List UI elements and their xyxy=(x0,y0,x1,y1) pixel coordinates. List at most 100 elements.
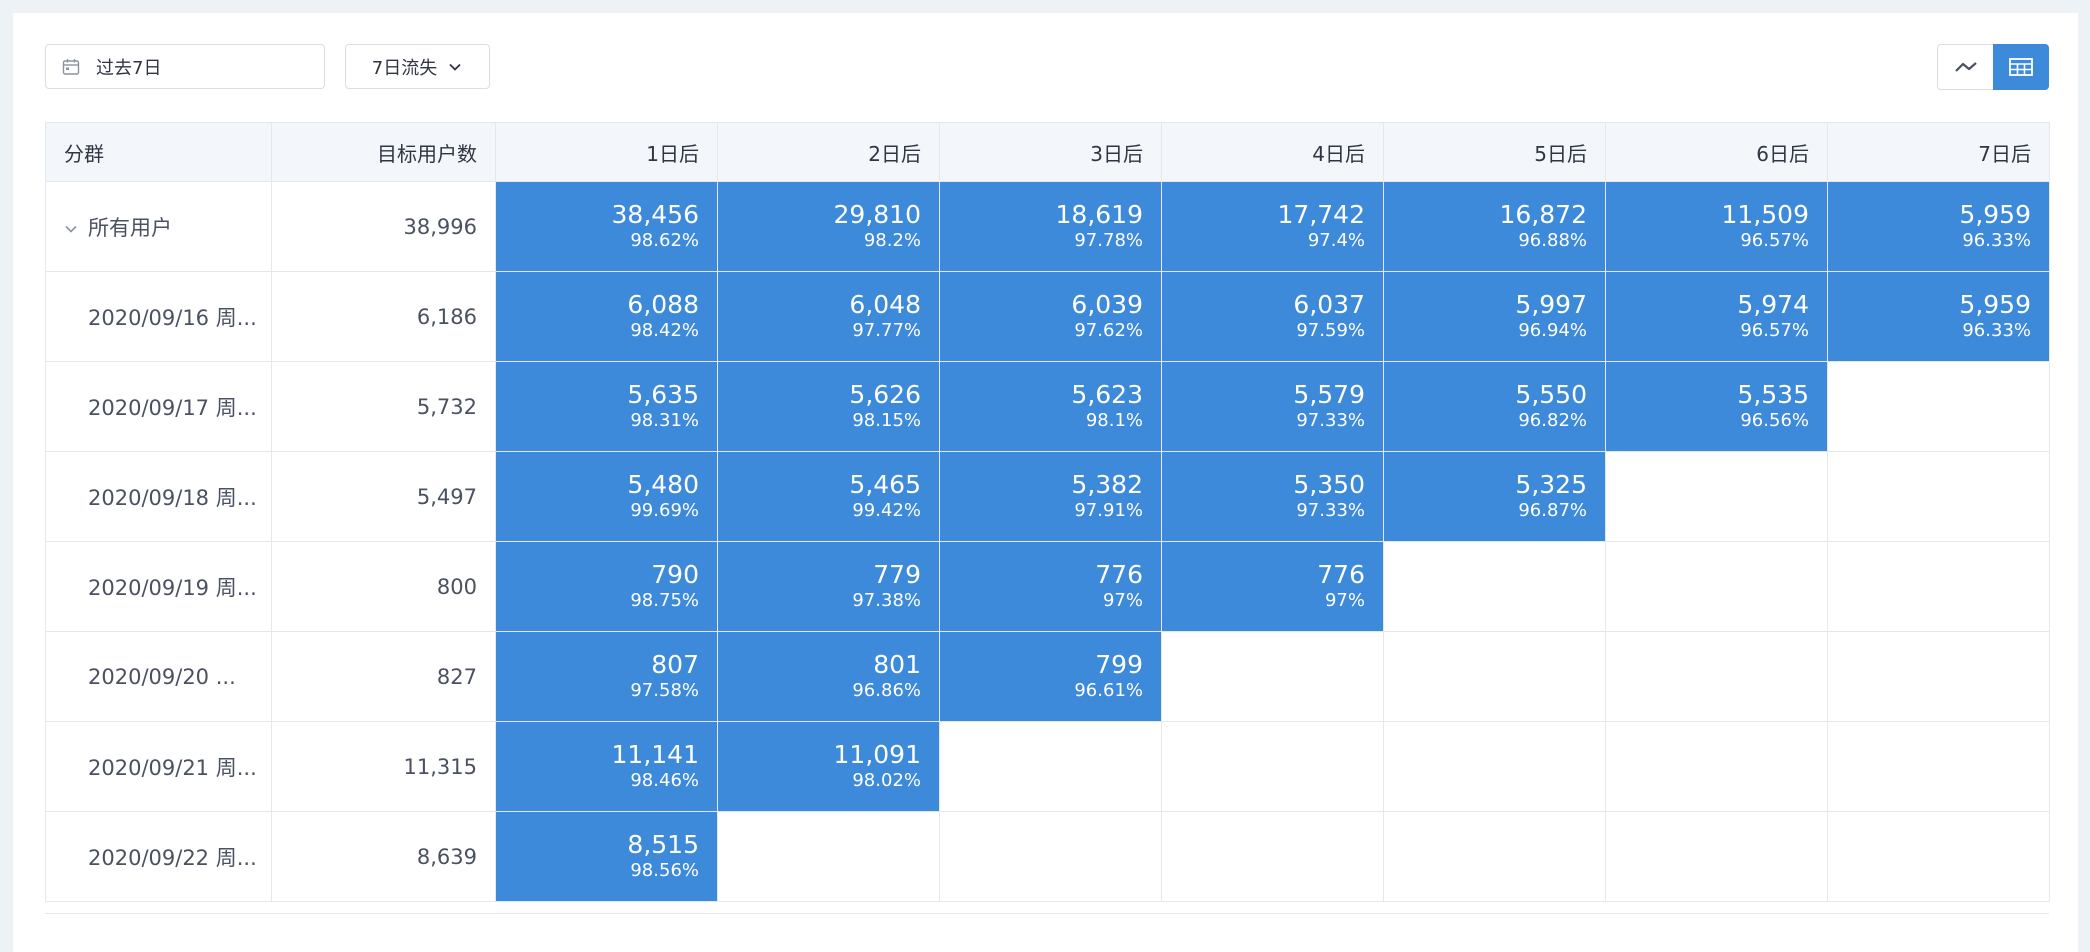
line-chart-view-button[interactable] xyxy=(1937,44,1993,90)
target-users-cell: 827 xyxy=(271,631,496,722)
table-view-button[interactable] xyxy=(1993,44,2049,90)
cohort-value-cell[interactable]: 5,974 96.57% xyxy=(1605,271,1828,362)
cohort-value-cell[interactable]: 29,810 98.2% xyxy=(717,181,940,272)
col-header-day-2[interactable]: 2日后 xyxy=(717,122,940,182)
target-users-cell: 6,186 xyxy=(271,271,496,362)
cell-percentage: 96.33% xyxy=(1962,319,2031,341)
cohort-value-cell[interactable]: 799 96.61% xyxy=(939,631,1162,722)
cohort-value-cell[interactable]: 807 97.58% xyxy=(495,631,718,722)
cohort-value-cell[interactable]: 776 97% xyxy=(939,541,1162,632)
cohort-value-cell[interactable]: 6,088 98.42% xyxy=(495,271,718,362)
expand-chevron-icon[interactable] xyxy=(64,222,78,236)
target-users-cell: 8,639 xyxy=(271,811,496,902)
cohort-value-cell[interactable]: 11,509 96.57% xyxy=(1605,181,1828,272)
segment-cell: 2020/09/21 周... xyxy=(45,721,272,812)
cohort-value-cell[interactable]: 5,382 97.91% xyxy=(939,451,1162,542)
col-header-day-4[interactable]: 4日后 xyxy=(1161,122,1384,182)
cohort-value-cell[interactable]: 8,515 98.56% xyxy=(495,811,718,902)
cell-count: 5,959 xyxy=(1959,199,2031,229)
cohort-value-cell[interactable]: 5,579 97.33% xyxy=(1161,361,1384,452)
target-users-cell: 38,996 xyxy=(271,181,496,272)
cell-count: 790 xyxy=(651,559,699,589)
cohort-value-cell[interactable]: 18,619 97.78% xyxy=(939,181,1162,272)
target-users-cell: 800 xyxy=(271,541,496,632)
cohort-value-cell[interactable]: 5,535 96.56% xyxy=(1605,361,1828,452)
cohort-value-cell[interactable]: 5,626 98.15% xyxy=(717,361,940,452)
empty-cell xyxy=(1827,361,2050,452)
cohort-value-cell[interactable]: 11,141 98.46% xyxy=(495,721,718,812)
date-range-text: 过去7日 xyxy=(96,57,162,79)
cell-percentage: 97% xyxy=(1324,589,1365,611)
cohort-value-cell[interactable]: 801 96.86% xyxy=(717,631,940,722)
cell-count: 6,037 xyxy=(1293,289,1365,319)
cell-percentage: 97.59% xyxy=(1296,319,1365,341)
col-header-day-7[interactable]: 7日后 xyxy=(1827,122,2050,182)
cohort-value-cell[interactable]: 5,350 97.33% xyxy=(1161,451,1384,542)
table-row: 2020/09/18 周... 5,497 5,480 99.69% 5,465 99.4… xyxy=(45,451,2050,542)
col-header-day-6[interactable]: 6日后 xyxy=(1605,122,1828,182)
table-row: 2020/09/22 周... 8,639 8,515 98.56% xyxy=(45,811,2050,902)
cohort-value-cell[interactable]: 5,959 96.33% xyxy=(1827,271,2050,362)
cohort-value-cell[interactable]: 5,325 96.87% xyxy=(1383,451,1606,542)
cohort-value-cell[interactable]: 779 97.38% xyxy=(717,541,940,632)
header-row: 分群 目标用户数 1日后 2日后 3日后 4日后 5日后 6日后 7日后 xyxy=(45,122,2050,182)
cell-percentage: 96.57% xyxy=(1740,319,1809,341)
segment-cell: 2020/09/19 周... xyxy=(45,541,272,632)
cohort-value-cell[interactable]: 38,456 98.62% xyxy=(495,181,718,272)
cell-count: 807 xyxy=(651,649,699,679)
col-header-day-3[interactable]: 3日后 xyxy=(939,122,1162,182)
cell-percentage: 97.33% xyxy=(1296,499,1365,521)
cell-count: 38,456 xyxy=(611,199,699,229)
date-range-picker[interactable]: 过去7日 xyxy=(45,44,325,89)
segment-cell: 2020/09/22 周... xyxy=(45,811,272,902)
col-header-target-users[interactable]: 目标用户数 xyxy=(271,122,496,182)
cohort-value-cell[interactable]: 5,635 98.31% xyxy=(495,361,718,452)
cell-percentage: 96.33% xyxy=(1962,229,2031,251)
empty-cell xyxy=(1605,811,1828,902)
empty-cell xyxy=(1383,541,1606,632)
cell-count: 16,872 xyxy=(1499,199,1587,229)
segment-label: 2020/09/18 周... xyxy=(88,485,257,510)
cell-count: 29,810 xyxy=(833,199,921,229)
empty-cell xyxy=(1161,631,1384,722)
cohort-value-cell[interactable]: 5,623 98.1% xyxy=(939,361,1162,452)
cell-percentage: 98.56% xyxy=(630,859,699,881)
cohort-value-cell[interactable]: 5,550 96.82% xyxy=(1383,361,1606,452)
col-header-segment[interactable]: 分群 xyxy=(45,122,272,182)
empty-cell xyxy=(1827,451,2050,542)
chevron-down-icon xyxy=(449,63,461,71)
metric-dropdown[interactable]: 7日流失 xyxy=(345,44,490,89)
cohort-value-cell[interactable]: 5,465 99.42% xyxy=(717,451,940,542)
cell-percentage: 96.61% xyxy=(1074,679,1143,701)
cell-percentage: 97.4% xyxy=(1307,229,1365,251)
col-header-day-5[interactable]: 5日后 xyxy=(1383,122,1606,182)
cohort-value-cell[interactable]: 5,959 96.33% xyxy=(1827,181,2050,272)
cell-count: 799 xyxy=(1095,649,1143,679)
cell-count: 6,039 xyxy=(1071,289,1143,319)
target-users-cell: 11,315 xyxy=(271,721,496,812)
cohort-value-cell[interactable]: 6,039 97.62% xyxy=(939,271,1162,362)
empty-cell xyxy=(1827,721,2050,812)
cohort-table: 分群 目标用户数 1日后 2日后 3日后 4日后 5日后 6日后 7日后 所有用… xyxy=(45,122,2050,902)
cell-percentage: 98.1% xyxy=(1085,409,1143,431)
segment-cell[interactable]: 所有用户 xyxy=(45,181,272,272)
cell-count: 779 xyxy=(873,559,921,589)
cohort-value-cell[interactable]: 5,997 96.94% xyxy=(1383,271,1606,362)
segment-cell: 2020/09/16 周... xyxy=(45,271,272,362)
segment-label: 2020/09/19 周... xyxy=(88,575,257,600)
cell-count: 18,619 xyxy=(1055,199,1143,229)
cell-percentage: 97.77% xyxy=(852,319,921,341)
cohort-value-cell[interactable]: 6,037 97.59% xyxy=(1161,271,1384,362)
cohort-value-cell[interactable]: 790 98.75% xyxy=(495,541,718,632)
cohort-value-cell[interactable]: 6,048 97.77% xyxy=(717,271,940,362)
col-header-day-1[interactable]: 1日后 xyxy=(495,122,718,182)
cohort-value-cell[interactable]: 776 97% xyxy=(1161,541,1384,632)
cell-count: 5,325 xyxy=(1515,469,1587,499)
cohort-value-cell[interactable]: 17,742 97.4% xyxy=(1161,181,1384,272)
cohort-value-cell[interactable]: 16,872 96.88% xyxy=(1383,181,1606,272)
cell-percentage: 97.38% xyxy=(852,589,921,611)
empty-cell xyxy=(1605,451,1828,542)
cell-percentage: 97.62% xyxy=(1074,319,1143,341)
cohort-value-cell[interactable]: 11,091 98.02% xyxy=(717,721,940,812)
cohort-value-cell[interactable]: 5,480 99.69% xyxy=(495,451,718,542)
